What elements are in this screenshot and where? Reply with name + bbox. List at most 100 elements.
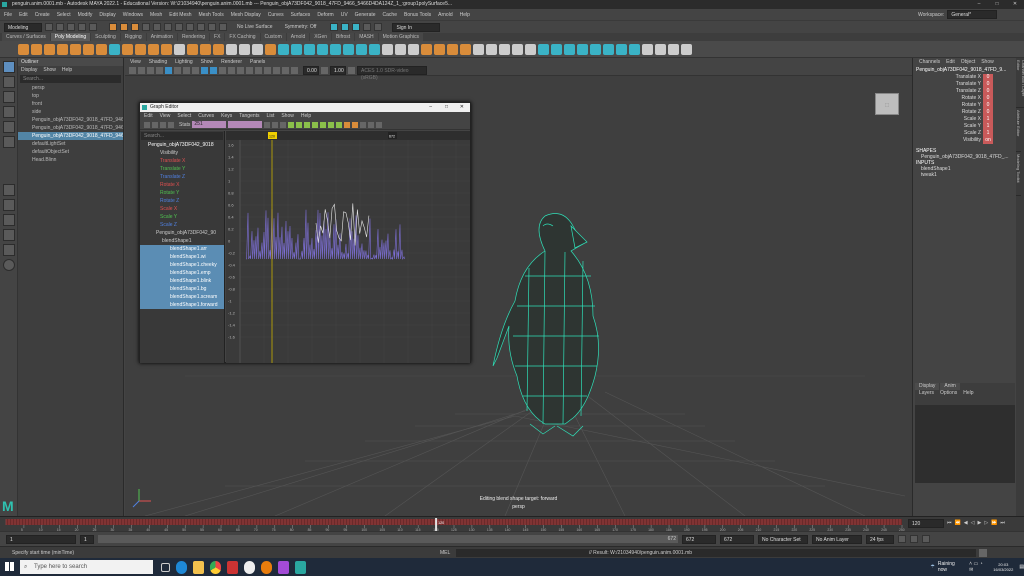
close-button[interactable]: ✕ (1006, 0, 1024, 9)
isolate-select-icon[interactable] (273, 67, 280, 74)
graph-channel-item[interactable]: Scale Z (140, 221, 224, 229)
rotate-tool-icon[interactable] (3, 121, 15, 133)
attribute-value-field[interactable]: 0 (983, 102, 993, 109)
layer-menu-layers[interactable]: Layers (919, 390, 934, 397)
ao-icon[interactable] (255, 67, 262, 74)
single-view-icon[interactable] (3, 184, 15, 196)
shelf-tool-icon[interactable] (109, 43, 120, 55)
graph-menu-show[interactable]: Show (281, 112, 294, 120)
shelf-tool-icon[interactable] (655, 43, 666, 55)
lattice-key-icon[interactable] (160, 121, 166, 128)
channel-attribute-row[interactable]: Rotate X0 (913, 95, 1024, 102)
shelf-tool-icon[interactable] (369, 43, 380, 55)
image-plane-icon[interactable] (156, 67, 163, 74)
gate-mask-icon[interactable] (192, 67, 199, 74)
shadows-icon[interactable] (246, 67, 253, 74)
graph-object-item[interactable]: Penguin_objA73DF042_9018 (140, 141, 224, 149)
search-icon[interactable] (3, 259, 15, 271)
auto-tangent-icon[interactable] (288, 121, 295, 128)
shelf-tool-icon[interactable] (590, 43, 601, 55)
task-view-icon[interactable] (161, 562, 171, 572)
menu-item-arnold[interactable]: Arnold (438, 12, 452, 18)
stats-time-field[interactable]: 251 (192, 121, 227, 128)
shelf-tool-icon[interactable] (96, 43, 107, 55)
menu-item-curves[interactable]: Curves (268, 12, 284, 18)
workspace-selector[interactable]: Workspace: General* (918, 10, 998, 19)
graph-menu-keys[interactable]: Keys (221, 112, 232, 120)
shelf-tool-icon[interactable] (681, 43, 692, 55)
unify-tangent-icon[interactable] (352, 121, 359, 128)
color-management-icon[interactable] (348, 67, 355, 74)
outliner-item[interactable]: defaultObjectSet (18, 148, 123, 156)
step-back-key-icon[interactable]: ⏪ (955, 520, 961, 526)
menu-set-dropdown[interactable]: Modeling (4, 22, 42, 32)
channel-attribute-row[interactable]: Rotate Y0 (913, 102, 1024, 109)
menu-item-display[interactable]: Display (99, 12, 115, 18)
workspace-dropdown[interactable]: General* (947, 10, 998, 19)
weather-text[interactable]: Raining now (938, 561, 961, 573)
frame-playback-icon[interactable] (272, 121, 279, 128)
exposure-field[interactable]: 0.00 (303, 66, 319, 75)
graph-blendshape-node[interactable]: blendShape1 (140, 237, 224, 245)
xray-icon[interactable] (282, 67, 289, 74)
linear-tangent-icon[interactable] (312, 121, 319, 128)
pick-face-icon[interactable] (175, 23, 183, 31)
graph-blend-item[interactable]: blendShape1.forward (140, 301, 224, 309)
graph-menu-select[interactable]: Select (177, 112, 191, 120)
shelf-tool-icon[interactable] (161, 43, 172, 55)
default-material-icon[interactable] (219, 67, 226, 74)
swap-buffer-icon[interactable] (368, 121, 375, 128)
snap-grid-icon[interactable] (186, 23, 194, 31)
layer-menu-help[interactable]: Help (963, 390, 973, 397)
channel-attribute-row[interactable]: Scale Y1 (913, 123, 1024, 130)
attribute-value-field[interactable]: on (983, 137, 993, 144)
layer-list[interactable] (915, 405, 1015, 483)
undo-icon[interactable] (78, 23, 86, 31)
shelf-tool-icon[interactable] (200, 43, 211, 55)
insert-key-icon[interactable] (152, 121, 158, 128)
view-transform-dropdown[interactable]: ACES 1.0 SDR-video (sRGB) (357, 66, 427, 81)
step-forward-frame-icon[interactable]: ▷ (984, 520, 988, 526)
channel-attribute-row[interactable]: Translate Y0 (913, 81, 1024, 88)
paint-select-icon[interactable] (3, 91, 15, 103)
snap-point-icon[interactable] (208, 23, 216, 31)
camera-icon[interactable] (129, 67, 136, 74)
film-gate-icon[interactable] (174, 67, 181, 74)
layer-tab-display[interactable]: Display (915, 383, 940, 390)
outliner-item[interactable]: top (18, 92, 123, 100)
character-set-dropdown[interactable]: No Character Set (758, 534, 808, 544)
redo-icon[interactable] (89, 23, 97, 31)
maya-taskbar-icon[interactable] (295, 560, 307, 574)
shelf-tool-icon[interactable] (538, 43, 549, 55)
menu-item-select[interactable]: Select (57, 12, 71, 18)
shelf-tool-icon[interactable] (44, 43, 55, 55)
go-to-end-icon[interactable]: ⏭ (1000, 520, 1005, 526)
channel-box-menu-channels[interactable]: Channels (919, 58, 940, 67)
select-hierarchy-icon[interactable] (109, 23, 117, 31)
graph-menu-help[interactable]: Help (301, 112, 311, 120)
outliner-item[interactable]: defaultLightSet (18, 140, 123, 148)
substance-icon[interactable] (278, 560, 290, 574)
step-tangent-icon[interactable] (328, 121, 335, 128)
shelf-tool-icon[interactable] (668, 43, 679, 55)
outliner-item[interactable]: front (18, 100, 123, 108)
xray-joints-icon[interactable] (291, 67, 298, 74)
pick-mask-icon[interactable] (142, 23, 150, 31)
graph-menu-list[interactable]: List (267, 112, 275, 120)
graph-channel-item[interactable]: Translate Z (140, 173, 224, 181)
shelf-tab-rendering[interactable]: Rendering (177, 33, 210, 41)
plateau-tangent-icon[interactable] (336, 121, 343, 128)
viewport-menu-shading[interactable]: Shading (149, 58, 167, 66)
shelf-tool-icon[interactable] (343, 43, 354, 55)
channel-attribute-row[interactable]: Translate X0 (913, 74, 1024, 81)
channel-attribute-row[interactable]: Translate Z0 (913, 88, 1024, 95)
blender-icon[interactable] (261, 560, 273, 574)
shelf-tool-icon[interactable] (122, 43, 133, 55)
outliner-item[interactable]: persp (18, 84, 123, 92)
shelf-tab-mash[interactable]: MASH (355, 33, 378, 41)
shelf-tab-rigging[interactable]: Rigging (120, 33, 146, 41)
shelf-tool-icon[interactable] (278, 43, 289, 55)
input-node-item[interactable]: tweak1 (913, 172, 1024, 178)
shelf-tool-icon[interactable] (642, 43, 653, 55)
side-tab[interactable]: Modeling Toolkit (1016, 152, 1021, 196)
